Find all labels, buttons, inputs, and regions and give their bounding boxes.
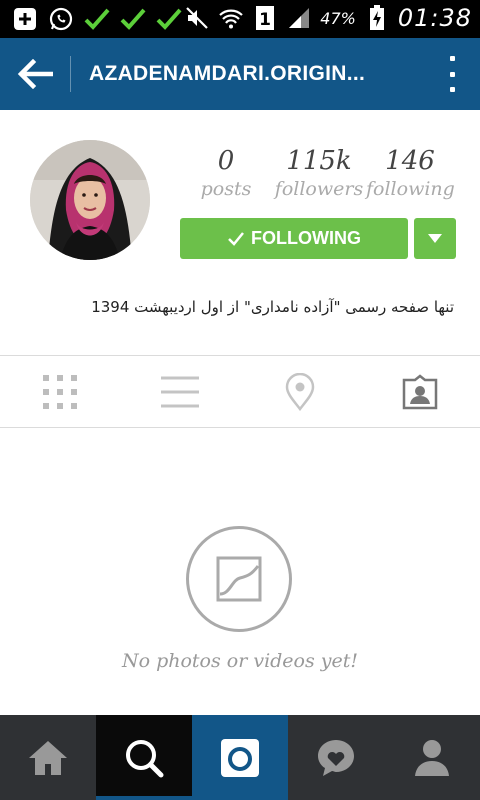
battery-icon: [364, 5, 390, 31]
nav-search[interactable]: [96, 715, 192, 800]
following-button[interactable]: FOLLOWING: [180, 218, 408, 259]
sim-1-icon: 1: [252, 5, 278, 31]
suggestions-dropdown-button[interactable]: [414, 218, 456, 259]
following-count: 146: [385, 146, 435, 176]
more-options-button[interactable]: [446, 56, 458, 92]
page-title: AZADENAMDARI.ORIGIN...: [89, 62, 366, 85]
profile-icon: [415, 739, 449, 776]
camera-icon: [221, 738, 259, 777]
dot: [449, 87, 455, 92]
tab-grid[interactable]: [0, 356, 120, 427]
battery-percent: 47%: [320, 8, 356, 28]
dot: [449, 56, 455, 61]
profile-header: 0 posts 115k followers 146 following FOL…: [0, 110, 480, 355]
back-arrow-icon: [17, 59, 53, 89]
avatar[interactable]: [30, 140, 150, 260]
caret-down-icon: [428, 234, 442, 243]
nav-profile[interactable]: [384, 715, 480, 800]
empty-state-message: No photos or videos yet!: [121, 650, 359, 672]
svg-text:1: 1: [259, 10, 271, 30]
check-icon: [228, 231, 244, 246]
search-icon: [126, 739, 164, 777]
empty-photo-circle: [186, 526, 292, 632]
grid-icon: [43, 374, 77, 409]
empty-state: No photos or videos yet!: [0, 428, 480, 715]
following-button-label: FOLLOWING: [251, 228, 361, 248]
dot: [449, 71, 455, 77]
clock: 01:38: [397, 4, 472, 32]
whatsapp-icon: [48, 6, 74, 32]
profile-view-tabs: [0, 355, 480, 428]
wifi-icon: [218, 5, 244, 31]
check-icon: [84, 6, 110, 32]
tab-location[interactable]: [240, 356, 360, 427]
home-icon: [29, 740, 67, 775]
followers-stat[interactable]: 115k followers: [274, 146, 364, 200]
back-button[interactable]: [0, 38, 70, 110]
list-icon: [161, 376, 199, 407]
tab-tagged[interactable]: [360, 356, 480, 427]
check-icon: [120, 6, 146, 32]
profile-stats: 0 posts 115k followers 146 following: [200, 146, 456, 206]
signal-icon: [286, 5, 312, 31]
following-stat[interactable]: 146 following: [366, 146, 455, 200]
check-icon: [156, 6, 182, 32]
nav-activity[interactable]: [288, 715, 384, 800]
app-bar-divider: [70, 56, 71, 92]
bottom-navigation: [0, 715, 480, 800]
app-bar: AZADENAMDARI.ORIGIN...: [0, 38, 480, 110]
followers-count: 115k: [286, 146, 352, 176]
mute-icon: [184, 5, 210, 31]
tagged-icon: [402, 373, 438, 409]
nav-home[interactable]: [0, 715, 96, 800]
activity-icon: [318, 739, 354, 776]
posts-count: 0: [217, 146, 235, 176]
following-label: following: [366, 178, 455, 200]
photo-placeholder-icon: [216, 556, 262, 602]
posts-label: posts: [200, 178, 252, 200]
posts-stat[interactable]: 0 posts: [200, 146, 252, 200]
nav-camera[interactable]: [192, 715, 288, 800]
followers-label: followers: [274, 178, 364, 200]
status-bar: 1 47% 01:38: [0, 0, 480, 38]
location-icon: [285, 372, 315, 411]
tab-list[interactable]: [120, 356, 240, 427]
profile-bio: تنها صفحه رسمی "آزاده نامداری" از اول ار…: [91, 298, 454, 316]
add-notification-icon: [12, 6, 38, 32]
